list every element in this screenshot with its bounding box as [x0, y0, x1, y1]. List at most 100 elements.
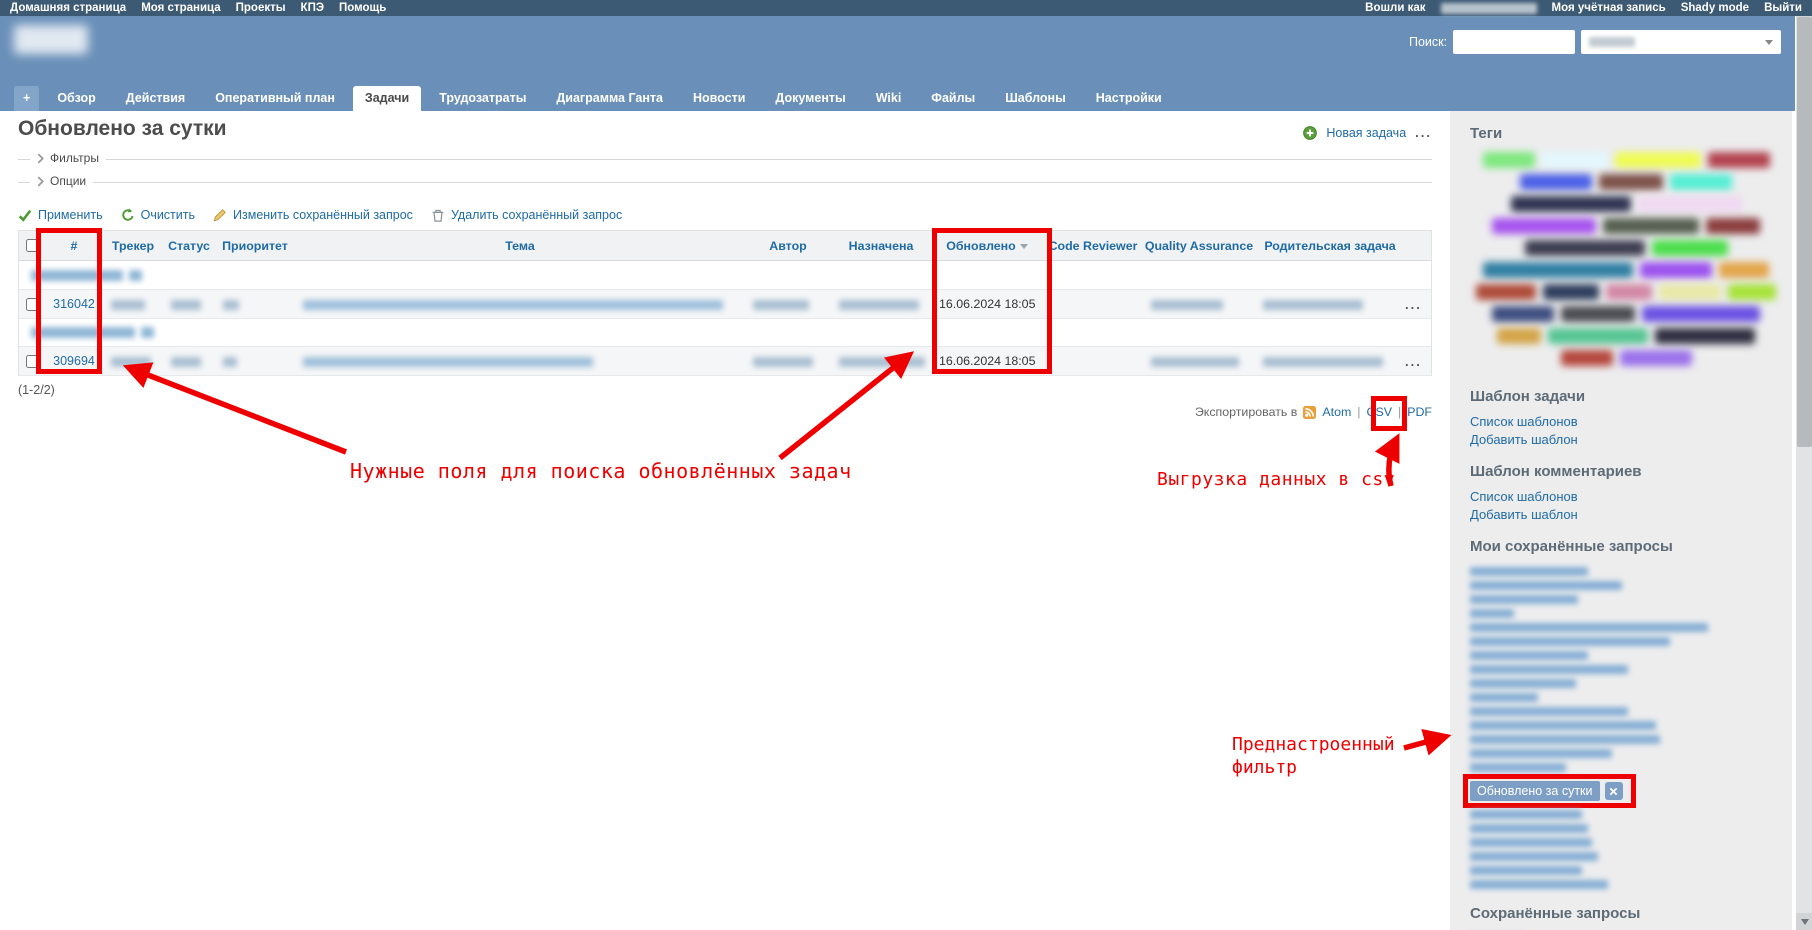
issue-id-link[interactable]: 309694: [53, 354, 95, 368]
filters-toggle[interactable]: Фильтры: [30, 151, 106, 165]
tag-chip-redacted[interactable]: [1525, 240, 1645, 256]
export-atom-link[interactable]: Atom: [1322, 405, 1351, 419]
row-checkbox[interactable]: [26, 298, 39, 311]
tag-chip-redacted[interactable]: [1561, 350, 1613, 366]
tab-Диаграмма Ганта[interactable]: Диаграмма Ганта: [544, 86, 675, 111]
saved-query-link-redacted[interactable]: [1470, 665, 1628, 674]
column-header-updated[interactable]: Обновлено: [931, 239, 1043, 253]
search-input[interactable]: [1453, 30, 1575, 54]
template-list-link[interactable]: Список шаблонов: [1470, 414, 1778, 429]
tag-chip-redacted[interactable]: [1603, 218, 1699, 234]
topbar-link[interactable]: КПЭ: [301, 2, 324, 14]
saved-query-link-redacted[interactable]: [1470, 824, 1588, 833]
page-more-menu[interactable]: ...: [1415, 125, 1432, 140]
template-list-link[interactable]: Список шаблонов: [1470, 489, 1778, 504]
saved-query-link-redacted[interactable]: [1470, 707, 1628, 716]
tab-Трудозатраты[interactable]: Трудозатраты: [427, 86, 538, 111]
tag-chip-redacted[interactable]: [1543, 284, 1599, 300]
tag-chip-redacted[interactable]: [1606, 284, 1652, 300]
project-jump-select[interactable]: [1581, 30, 1781, 54]
tag-chip-redacted[interactable]: [1706, 218, 1760, 234]
saved-query-link-redacted[interactable]: [1470, 721, 1656, 730]
tag-chip-redacted[interactable]: [1599, 174, 1663, 190]
row-checkbox[interactable]: [26, 355, 39, 368]
options-toggle[interactable]: Опции: [30, 174, 93, 188]
column-header-author[interactable]: Автор: [745, 239, 831, 253]
tab-add[interactable]: +: [14, 86, 39, 111]
tag-chip-redacted[interactable]: [1483, 152, 1535, 168]
my-account-link[interactable]: Моя учётная запись: [1552, 2, 1666, 14]
edit-saved-query-button[interactable]: Изменить сохранённый запрос: [213, 208, 413, 222]
template-add-link[interactable]: Добавить шаблон: [1470, 507, 1778, 522]
export-pdf-link[interactable]: PDF: [1407, 405, 1432, 419]
saved-query-link-redacted[interactable]: [1470, 880, 1608, 889]
tab-Новости[interactable]: Новости: [681, 86, 757, 111]
column-header-id[interactable]: #: [45, 239, 103, 253]
saved-query-link-redacted[interactable]: [1470, 693, 1538, 702]
tag-chip-redacted[interactable]: [1642, 306, 1760, 322]
tag-chip-redacted[interactable]: [1652, 240, 1728, 256]
saved-query-link-redacted[interactable]: [1470, 595, 1578, 604]
tag-chip-redacted[interactable]: [1492, 218, 1596, 234]
column-header-quality-assurance[interactable]: Quality Assurance: [1143, 239, 1255, 253]
topbar-link[interactable]: Помощь: [339, 2, 386, 14]
column-header-parent-task[interactable]: Родительская задача: [1255, 239, 1405, 253]
tab-Обзор[interactable]: Обзор: [45, 86, 107, 111]
saved-query-link-redacted[interactable]: [1470, 623, 1708, 632]
tag-chip-redacted[interactable]: [1670, 174, 1732, 190]
new-issue-button[interactable]: Новая задача: [1326, 126, 1406, 140]
tab-Действия[interactable]: Действия: [114, 86, 197, 111]
tab-Задачи[interactable]: Задачи: [353, 86, 421, 111]
issue-id-link[interactable]: 316042: [53, 297, 95, 311]
tag-chip-redacted[interactable]: [1497, 328, 1541, 344]
tag-chip-redacted[interactable]: [1542, 152, 1608, 168]
close-icon[interactable]: [1605, 782, 1623, 800]
tab-Wiki[interactable]: Wiki: [864, 86, 914, 111]
saved-query-link-redacted[interactable]: [1470, 679, 1576, 688]
tag-chip-redacted[interactable]: [1492, 306, 1554, 322]
selected-query-chip[interactable]: Обновлено за сутки: [1470, 781, 1600, 801]
tag-chip-redacted[interactable]: [1483, 262, 1633, 278]
tag-chip-redacted[interactable]: [1520, 174, 1592, 190]
tag-chip-redacted[interactable]: [1476, 284, 1536, 300]
scrollbar-thumb[interactable]: [1797, 17, 1812, 447]
apply-button[interactable]: Применить: [18, 208, 103, 222]
saved-query-link-redacted[interactable]: [1470, 763, 1566, 772]
tag-chip-redacted[interactable]: [1620, 350, 1692, 366]
saved-query-link-redacted[interactable]: [1470, 637, 1670, 646]
column-header-subject[interactable]: Тема: [295, 239, 745, 253]
shady-mode-link[interactable]: Shady mode: [1681, 2, 1749, 14]
tab-Шаблоны[interactable]: Шаблоны: [993, 86, 1078, 111]
column-header-assignee[interactable]: Назначена: [831, 239, 931, 253]
tag-chip-redacted[interactable]: [1655, 328, 1755, 344]
template-add-link[interactable]: Добавить шаблон: [1470, 432, 1778, 447]
saved-query-link-redacted[interactable]: [1470, 852, 1598, 861]
tag-chip-redacted[interactable]: [1659, 284, 1721, 300]
column-header-code-reviewer[interactable]: Code Reviewer: [1043, 239, 1143, 253]
topbar-link[interactable]: Проекты: [236, 2, 286, 14]
tab-Настройки[interactable]: Настройки: [1084, 86, 1174, 111]
column-header-status[interactable]: Статус: [163, 239, 215, 253]
tag-chip-redacted[interactable]: [1640, 262, 1712, 278]
page-scrollbar[interactable]: [1795, 0, 1812, 930]
row-context-menu[interactable]: ...: [1405, 354, 1431, 369]
saved-query-link-redacted[interactable]: [1470, 749, 1612, 758]
clear-button[interactable]: Очистить: [121, 208, 195, 222]
export-csv-link[interactable]: CSV: [1367, 405, 1392, 419]
row-context-menu[interactable]: ...: [1405, 297, 1431, 312]
tab-Документы[interactable]: Документы: [763, 86, 857, 111]
saved-query-link-redacted[interactable]: [1470, 651, 1588, 660]
topbar-link[interactable]: Моя страница: [141, 2, 220, 14]
tag-chip-redacted[interactable]: [1728, 284, 1776, 300]
tab-Оперативный план[interactable]: Оперативный план: [203, 86, 347, 111]
logout-link[interactable]: Выйти: [1764, 2, 1802, 14]
select-all-checkbox[interactable]: [26, 239, 39, 252]
column-header-priority[interactable]: Приоритет: [215, 239, 295, 253]
saved-query-link-redacted[interactable]: [1470, 735, 1660, 744]
topbar-link[interactable]: Домашняя страница: [10, 2, 126, 14]
scroll-down-button[interactable]: [1796, 913, 1812, 930]
tag-chip-redacted[interactable]: [1511, 196, 1631, 212]
saved-query-link-redacted[interactable]: [1470, 581, 1622, 590]
tag-chip-redacted[interactable]: [1548, 328, 1648, 344]
saved-query-link-redacted[interactable]: [1470, 567, 1588, 576]
